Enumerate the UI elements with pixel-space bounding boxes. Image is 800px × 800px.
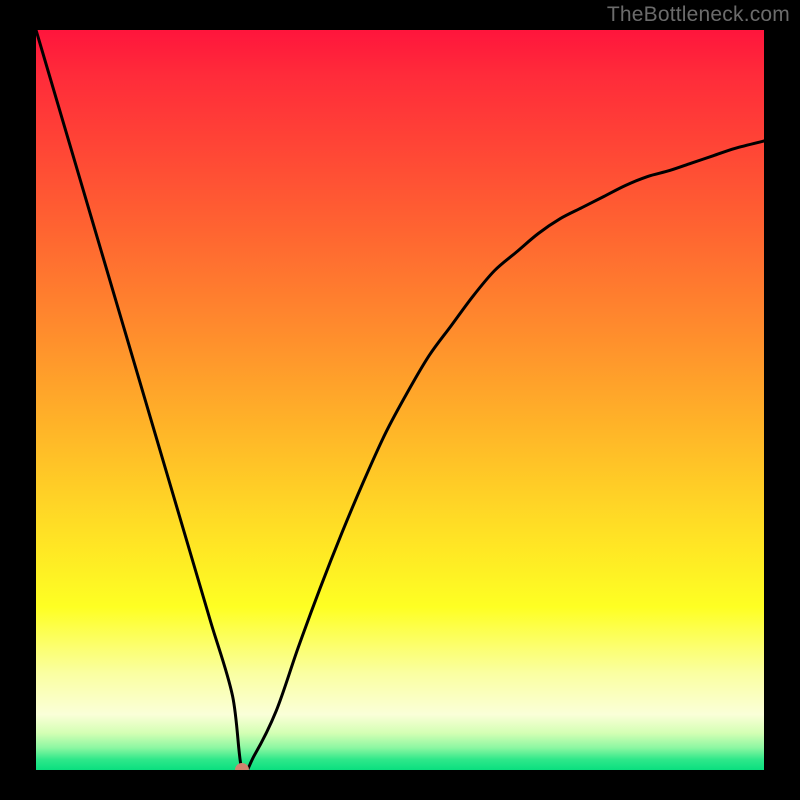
- plot-area: [36, 30, 764, 770]
- bottleneck-curve: [36, 30, 764, 770]
- watermark-text: TheBottleneck.com: [607, 3, 790, 27]
- vertex-marker: [235, 763, 249, 770]
- chart-frame: TheBottleneck.com: [0, 0, 800, 800]
